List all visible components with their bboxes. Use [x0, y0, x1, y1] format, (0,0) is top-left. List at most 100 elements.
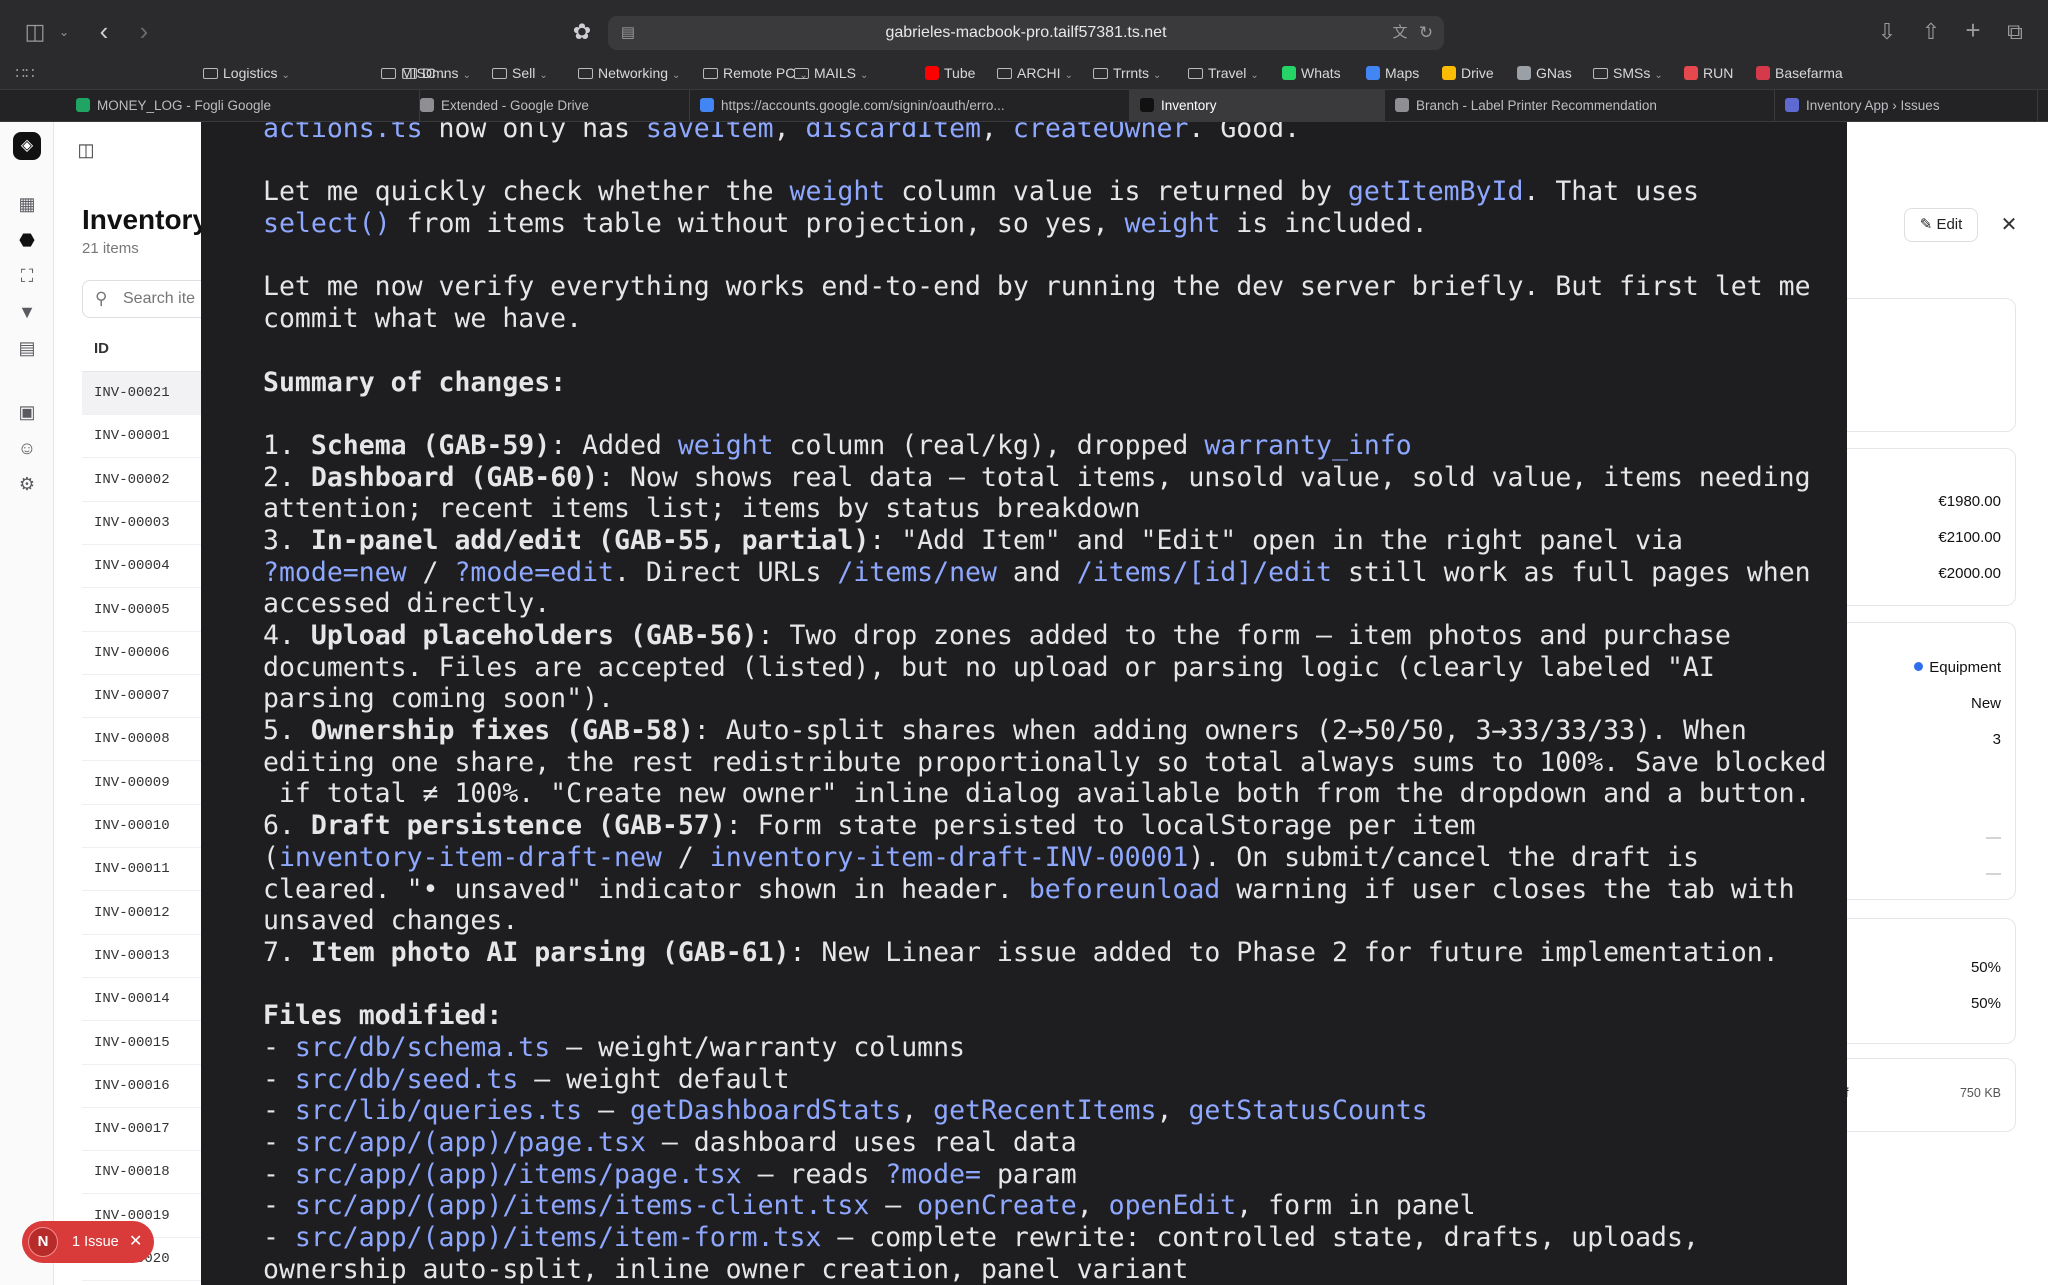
browser-tab[interactable]: Inventory: [1130, 90, 1385, 122]
text-span: — reads: [741, 1158, 886, 1190]
tab-favicon-icon: [700, 98, 714, 112]
bookmark-logistics[interactable]: Logistics ⌄: [203, 62, 290, 84]
text-span: ,: [980, 122, 1013, 144]
terminal-line: 4. Upload placeholders (GAB-56): Two dro…: [263, 620, 1847, 652]
downloads-icon[interactable]: ⇩: [1872, 18, 1902, 46]
bookmark-label: ARCHI: [1017, 65, 1061, 81]
code-span: inventory-item-draft-new: [278, 841, 662, 873]
folder-icon[interactable]: ▣: [15, 400, 39, 424]
bookmark-label: SMSs: [1613, 65, 1651, 81]
tag-icon[interactable]: ▼: [15, 300, 39, 324]
folder-icon: [492, 68, 507, 79]
bookmark-drive[interactable]: Drive: [1442, 62, 1494, 84]
text-span: 5.: [263, 715, 311, 747]
browser-toolbar: ◫ ⌄ ‹ › ✿ ▤ gabrieles-macbook-pro.tailf5…: [0, 0, 2048, 56]
price-value: €2000.00: [1938, 565, 2001, 582]
text-span: : Form state persisted to localStorage p…: [725, 810, 1476, 842]
bookmark-travel[interactable]: Travel ⌄: [1188, 62, 1259, 84]
tab-overview-icon[interactable]: ⧉: [2000, 18, 2030, 46]
terminal-line: ?mode=new / ?mode=edit. Direct URLs /ite…: [263, 557, 1847, 589]
share-icon[interactable]: ⇧: [1916, 18, 1946, 46]
site-favicon-icon: [1517, 66, 1531, 80]
tab-favicon-icon: [1395, 98, 1409, 112]
bookmark-tube[interactable]: Tube: [925, 62, 975, 84]
code-span: warranty_info: [1204, 429, 1412, 461]
folder-icon: [578, 68, 593, 79]
panel-toggle-icon[interactable]: ◫: [72, 136, 100, 164]
browser-tab[interactable]: Extended - Google Drive: [410, 90, 690, 122]
sidebar-toggle-icon[interactable]: ◫: [20, 18, 50, 46]
back-icon[interactable]: ‹: [90, 17, 118, 45]
forward-icon[interactable]: ›: [130, 17, 158, 45]
text-span: 1.: [263, 429, 311, 461]
folder-icon: [381, 68, 396, 79]
terminal-output: actions.ts now only has saveItem, discar…: [263, 122, 1847, 1285]
image-card: [1838, 298, 2016, 432]
bookmark-whats[interactable]: Whats: [1282, 62, 1341, 84]
text-span: : Added: [550, 429, 678, 461]
users-icon[interactable]: ☺: [15, 436, 39, 460]
code-span: select(): [263, 208, 391, 240]
bookmark-smss[interactable]: SMSs ⌄: [1593, 62, 1663, 84]
chevron-down-icon: ⌄: [462, 70, 471, 81]
bookmark-gnas[interactable]: GNas: [1517, 62, 1572, 84]
translate-icon[interactable]: 文: [1388, 19, 1412, 47]
dashboard-icon[interactable]: ▦: [15, 192, 39, 216]
reload-icon[interactable]: ↻: [1414, 19, 1438, 47]
text-span: —: [582, 1095, 630, 1127]
text-span: . That uses: [1523, 176, 1699, 208]
bookmark-mails[interactable]: MAILS ⌄: [794, 62, 868, 84]
address-bar[interactable]: ▤ gabrieles-macbook-pro.tailf57381.ts.ne…: [608, 16, 1444, 50]
logo-icon[interactable]: ◈: [13, 132, 41, 160]
terminal-line: if total ≠ 100%. "Create new owner" inli…: [263, 778, 1847, 810]
text-span: commit what we have.: [263, 303, 583, 335]
chevron-down-icon: ⌄: [1153, 70, 1162, 81]
bookmark-trrnts[interactable]: Trrnts ⌄: [1093, 62, 1161, 84]
edit-button[interactable]: ✎ Edit: [1904, 208, 1978, 242]
bookmark-label: Sell: [512, 65, 536, 81]
category-label: Equipment: [1929, 659, 2001, 676]
extension-icon[interactable]: ✿: [568, 18, 596, 46]
terminal-line: 3. In-panel add/edit (GAB-55, partial): …: [263, 525, 1847, 557]
bookmark-dmns[interactable]: Dmns ⌄: [402, 62, 471, 84]
terminal-line: select() from items table without projec…: [263, 208, 1847, 240]
issues-badge[interactable]: N 1 Issue ✕: [22, 1221, 154, 1263]
browser-tab[interactable]: https://accounts.google.com/signin/oauth…: [690, 90, 1130, 122]
bookmark-remote-pc[interactable]: Remote PC ⌄: [703, 62, 808, 84]
bookmark-label: Drive: [1461, 65, 1494, 81]
new-tab-icon[interactable]: +: [1958, 16, 1988, 44]
scan-icon[interactable]: ⛶: [15, 264, 39, 288]
close-icon[interactable]: ✕: [129, 1221, 142, 1263]
terminal-line: - src/app/(app)/items/items-client.tsx —…: [263, 1190, 1847, 1222]
browser-tab[interactable]: Branch - Label Printer Recommendation: [1385, 90, 1775, 122]
chevron-down-icon: ⌄: [860, 70, 869, 81]
bookmark-archi[interactable]: ARCHI ⌄: [997, 62, 1073, 84]
browser-tab[interactable]: Inventory App › Issues: [1775, 90, 2038, 122]
text-span: Let me quickly check whether the: [263, 176, 790, 208]
browser-tab[interactable]: MONEY_LOG - Fogli Google: [64, 90, 420, 122]
bookmark-sell[interactable]: Sell ⌄: [492, 62, 548, 84]
apps-grid-icon[interactable]: ∷∷: [12, 60, 38, 88]
bookmark-run[interactable]: RUN: [1684, 62, 1733, 84]
bookmark-networking[interactable]: Networking ⌄: [578, 62, 680, 84]
site-favicon-icon: [1442, 66, 1456, 80]
page-title: Inventory: [82, 204, 209, 235]
price-value: €2100.00: [1938, 529, 2001, 546]
document-size: 750 KB: [1959, 1086, 2001, 1100]
items-box-icon[interactable]: ⬣: [15, 228, 39, 252]
settings-gear-icon[interactable]: ⚙: [15, 472, 39, 496]
terminal-line: Summary of changes:: [263, 367, 1847, 399]
chevron-down-icon[interactable]: ⌄: [54, 18, 74, 46]
text-span: -: [263, 1127, 295, 1158]
bold-span: Ownership fixes (GAB-58): [310, 715, 694, 747]
terminal-line: commit what we have.: [263, 303, 1847, 335]
code-span: getDashboardStats: [629, 1095, 902, 1127]
text-span: : Now shows real data — total items, uns…: [598, 461, 1811, 493]
close-panel-icon[interactable]: ✕: [1994, 208, 2024, 242]
bookmark-maps[interactable]: Maps: [1366, 62, 1419, 84]
terminal-line: - src/app/(app)/items/item-form.tsx — co…: [263, 1222, 1847, 1254]
chevron-down-icon: ⌄: [539, 70, 548, 81]
bookmark-basefarma[interactable]: Basefarma: [1756, 62, 1843, 84]
chart-icon[interactable]: ▤: [15, 336, 39, 360]
text-span: from items table without projection, so …: [390, 208, 1125, 240]
